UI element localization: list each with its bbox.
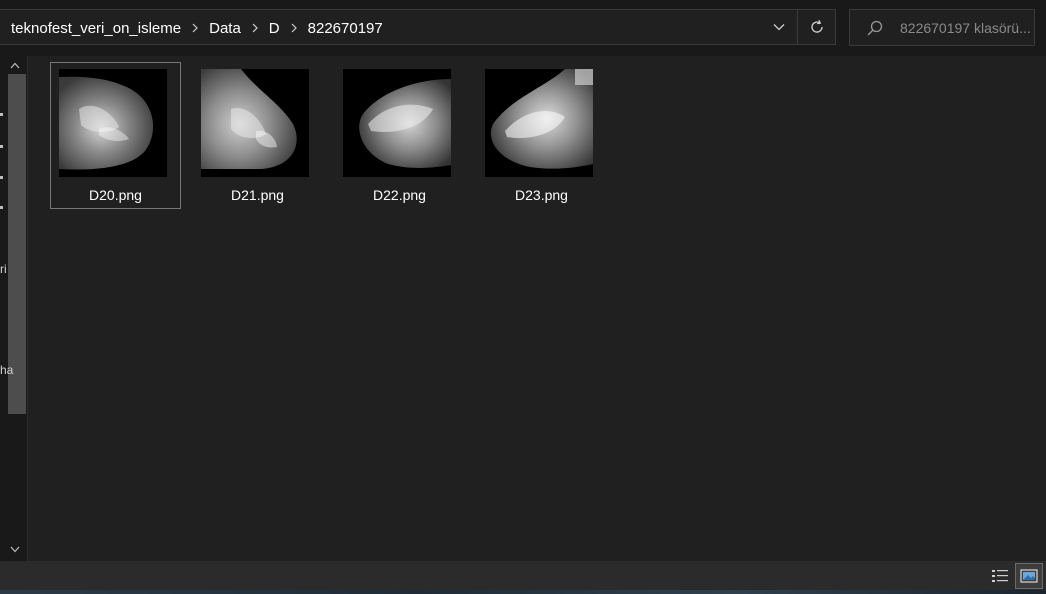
breadcrumb-item-d[interactable]: D	[269, 20, 280, 37]
image-thumbnail	[201, 69, 309, 177]
nav-expand-icon[interactable]	[0, 113, 3, 116]
image-thumbnail	[343, 69, 451, 177]
nav-item-label[interactable]: ri	[0, 262, 7, 276]
large-icons-view-icon[interactable]	[1015, 563, 1043, 589]
scroll-up-icon[interactable]	[7, 58, 23, 72]
nav-expand-icon[interactable]	[0, 206, 3, 209]
refresh-icon[interactable]	[797, 10, 836, 44]
file-item-d20[interactable]: D20.png	[50, 62, 181, 209]
breadcrumb-item-822670197[interactable]: 822670197	[308, 20, 383, 37]
top-bar: teknofest_veri_on_isleme Data D 82267019…	[0, 0, 1046, 56]
breadcrumb: teknofest_veri_on_isleme Data D 82267019…	[11, 10, 383, 46]
image-thumbnail	[485, 69, 593, 177]
file-item-d22[interactable]: D22.png	[334, 62, 465, 209]
file-item-d21[interactable]: D21.png	[192, 62, 323, 209]
details-view-icon[interactable]	[989, 565, 1011, 587]
file-name[interactable]: D20.png	[51, 187, 180, 203]
chevron-right-icon[interactable]	[287, 21, 301, 36]
breadcrumb-item-teknofest-veri-on-isleme[interactable]: teknofest_veri_on_isleme	[11, 20, 181, 37]
nav-expand-icon[interactable]	[0, 176, 3, 179]
scroll-down-icon[interactable]	[7, 542, 23, 556]
file-name[interactable]: D21.png	[193, 187, 322, 203]
file-name[interactable]: D22.png	[335, 187, 464, 203]
search-icon[interactable]	[866, 19, 884, 37]
taskbar-strip	[0, 590, 1046, 594]
status-bar	[0, 561, 1046, 590]
nav-expand-icon[interactable]	[0, 145, 3, 148]
image-thumbnail	[59, 69, 167, 177]
search-input[interactable]	[900, 10, 1032, 45]
file-list[interactable]: D20.png D21.png D22.png D23.png	[28, 56, 1046, 561]
chevron-down-icon[interactable]	[764, 10, 794, 44]
chevron-right-icon[interactable]	[248, 21, 262, 36]
address-bar[interactable]: teknofest_veri_on_isleme Data D 82267019…	[0, 9, 836, 45]
search-box[interactable]	[849, 9, 1035, 46]
breadcrumb-item-data[interactable]: Data	[209, 20, 241, 37]
file-item-d23[interactable]: D23.png	[476, 62, 607, 209]
nav-item-label[interactable]: ha	[0, 363, 13, 377]
chevron-right-icon[interactable]	[188, 21, 202, 36]
navigation-pane[interactable]: ri ha	[0, 56, 28, 561]
file-name[interactable]: D23.png	[477, 187, 606, 203]
